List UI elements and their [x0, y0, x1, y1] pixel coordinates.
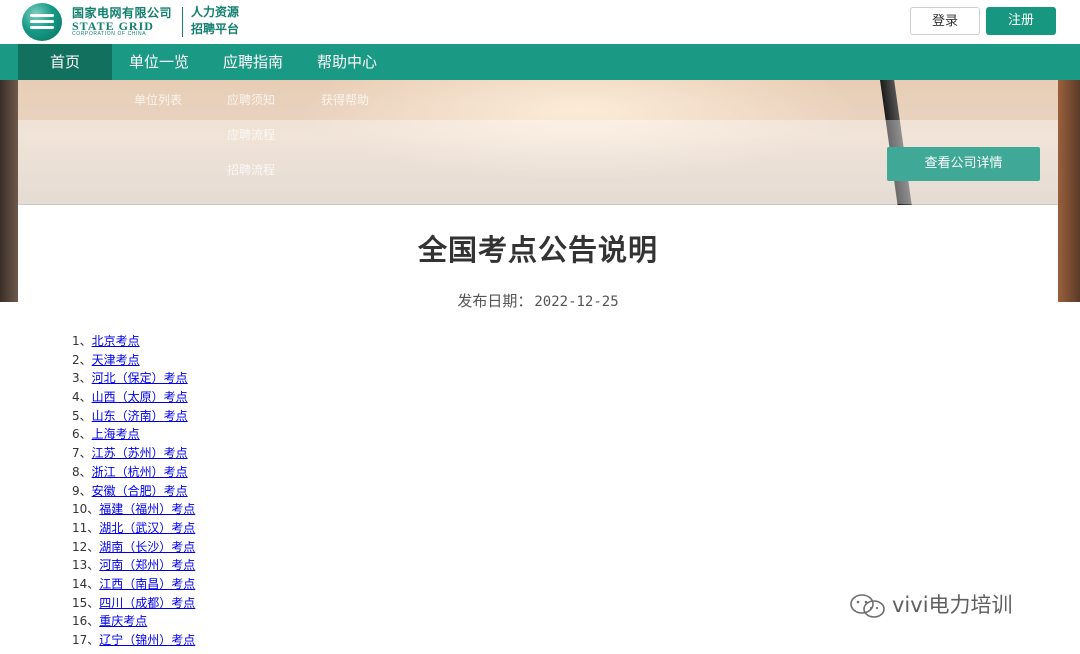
exam-site-link[interactable]: 浙江（杭州）考点: [92, 465, 188, 479]
list-item-number: 16、: [72, 614, 100, 629]
list-item: 16、重庆考点: [72, 612, 195, 631]
list-item-number: 11、: [72, 520, 100, 535]
submenu-apply-process[interactable]: 应聘流程: [227, 126, 275, 143]
exam-site-link[interactable]: 河北（保定）考点: [92, 371, 188, 385]
list-item-number: 13、: [72, 558, 100, 573]
list-item: 5、山东（济南）考点: [72, 407, 195, 426]
exam-site-link[interactable]: 辽宁（锦州）考点: [99, 633, 195, 647]
list-item: 1、北京考点: [72, 332, 195, 351]
exam-site-link[interactable]: 安徽（合肥）考点: [92, 484, 188, 498]
brand-divider: [182, 7, 183, 37]
main-nav: 首页 单位一览 应聘指南 帮助中心: [0, 44, 1080, 80]
nav-item-home[interactable]: 首页: [18, 44, 112, 80]
list-item-number: 9、: [72, 483, 92, 498]
nav-item-guide[interactable]: 应聘指南: [206, 44, 300, 80]
nav-item-units[interactable]: 单位一览: [112, 44, 206, 80]
exam-site-link[interactable]: 山东（济南）考点: [92, 409, 188, 423]
watermark-text: vivi电力培训: [892, 593, 1013, 617]
list-item-number: 10、: [72, 502, 100, 517]
exam-site-link[interactable]: 重庆考点: [99, 614, 147, 628]
state-grid-logo-icon[interactable]: [22, 3, 62, 41]
submenu-recruit-process[interactable]: 招聘流程: [227, 161, 275, 178]
list-item: 2、天津考点: [72, 351, 195, 370]
article-title: 全国考点公告说明: [417, 233, 658, 267]
exam-site-link[interactable]: 湖北（武汉）考点: [99, 521, 195, 535]
list-item-number: 15、: [72, 595, 100, 610]
list-item-number: 6、: [72, 427, 92, 442]
list-item: 11、湖北（武汉）考点: [72, 519, 195, 538]
list-item: 15、四川（成都）考点: [72, 594, 195, 613]
platform-name: 人力资源 招聘平台: [191, 4, 251, 38]
watermark: vivi电力培训: [848, 589, 1013, 619]
platform-line2: 招聘平台: [191, 22, 240, 36]
top-header: 国家电网有限公司 STATE GRID CORPORATION OF CHINA…: [0, 0, 1080, 44]
list-item: 17、辽宁（锦州）考点: [72, 631, 195, 650]
hero-tower-left: [0, 80, 18, 302]
list-item: 8、浙江（杭州）考点: [72, 463, 195, 482]
list-item-number: 7、: [72, 446, 92, 461]
list-item-number: 2、: [72, 352, 92, 367]
list-item: 9、安徽（合肥）考点: [72, 482, 195, 501]
hero-tower-right: [1058, 80, 1080, 302]
list-item-number: 5、: [72, 408, 92, 423]
exam-site-link[interactable]: 湖南（长沙）考点: [99, 540, 195, 554]
exam-site-list: 1、北京考点 2、天津考点 3、河北（保定）考点 4、山西（太原）考点 5、山东…: [72, 332, 195, 650]
login-button[interactable]: 登录: [910, 7, 980, 35]
wechat-icon: [850, 594, 885, 618]
list-item: 6、上海考点: [72, 425, 195, 444]
list-item-number: 12、: [72, 539, 100, 554]
list-item-number: 4、: [72, 390, 92, 405]
list-item: 4、山西（太原）考点: [72, 388, 195, 407]
list-item-number: 8、: [72, 464, 92, 479]
exam-site-link[interactable]: 北京考点: [92, 334, 140, 348]
company-detail-button[interactable]: 查看公司详情: [887, 147, 1040, 181]
list-item: 10、福建（福州）考点: [72, 500, 195, 519]
list-item: 7、江苏（苏州）考点: [72, 444, 195, 463]
nav-item-help[interactable]: 帮助中心: [300, 44, 394, 80]
article-card: 全国考点公告说明 发布日期： 2022-12-25 1、北京考点 2、天津考点 3…: [18, 205, 1058, 654]
exam-site-link[interactable]: 江苏（苏州）考点: [92, 446, 188, 460]
exam-site-link[interactable]: 山西（太原）考点: [92, 390, 188, 404]
exam-site-link[interactable]: 天津考点: [92, 353, 140, 367]
submenu-apply-notice[interactable]: 应聘须知: [227, 91, 275, 108]
list-item: 12、湖南（长沙）考点: [72, 538, 195, 557]
brand-name-en-sub: CORPORATION OF CHINA: [72, 31, 147, 37]
register-button[interactable]: 注册: [986, 7, 1056, 35]
publish-date-label: 发布日期：: [457, 292, 533, 310]
list-item-number: 3、: [72, 371, 92, 386]
platform-line1: 人力资源: [191, 5, 240, 19]
list-item-number: 14、: [72, 576, 100, 591]
list-item: 13、河南（郑州）考点: [72, 556, 195, 575]
submenu-get-help[interactable]: 获得帮助: [321, 91, 369, 108]
list-item-number: 1、: [72, 334, 92, 348]
exam-site-link[interactable]: 上海考点: [92, 427, 140, 441]
publish-date-value: 2022-12-25: [534, 294, 619, 310]
exam-site-link[interactable]: 四川（成都）考点: [99, 596, 195, 610]
list-item: 14、江西（南昌）考点: [72, 575, 195, 594]
list-item-number: 17、: [72, 633, 100, 647]
exam-site-link[interactable]: 江西（南昌）考点: [99, 577, 195, 591]
publish-date: 发布日期： 2022-12-25: [18, 290, 1058, 311]
exam-site-link[interactable]: 福建（福州）考点: [99, 502, 195, 516]
list-item: 3、河北（保定）考点: [72, 369, 195, 388]
exam-site-link[interactable]: 河南（郑州）考点: [99, 558, 195, 572]
submenu-unit-list[interactable]: 单位列表: [134, 91, 182, 108]
